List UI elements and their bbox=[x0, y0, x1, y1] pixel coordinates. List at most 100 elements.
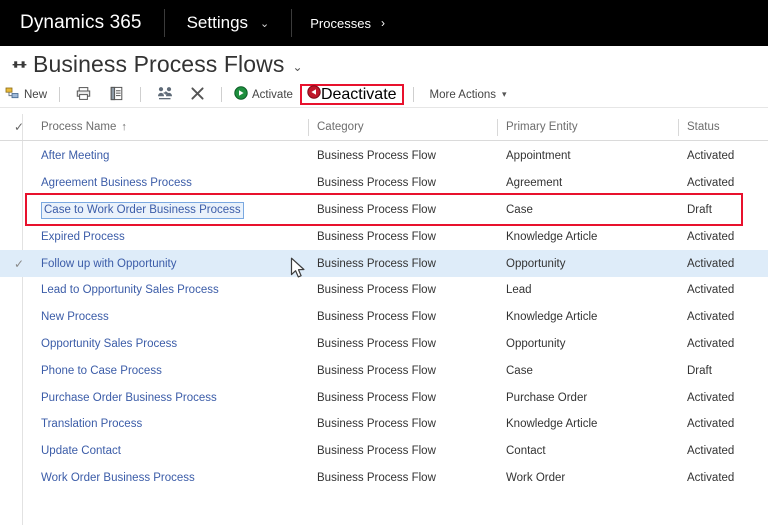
table-row[interactable]: Phone to Case Process Business Process Fl… bbox=[0, 357, 768, 384]
process-name-link[interactable]: Agreement Business Process bbox=[41, 170, 192, 197]
table-row[interactable]: ✓ Follow up with Opportunity Business Proc… bbox=[0, 250, 768, 277]
deactivate-icon bbox=[307, 85, 321, 104]
chevron-down-icon[interactable]: ⌄ bbox=[260, 0, 291, 46]
table-row[interactable]: New Process Business Process Flow Knowledg… bbox=[0, 304, 768, 331]
sort-ascending-icon: ↑ bbox=[121, 121, 127, 133]
command-bar-underline bbox=[0, 107, 768, 108]
assign-button[interactable] bbox=[148, 84, 181, 106]
header-divider-2 bbox=[497, 119, 498, 136]
table-row[interactable]: Lead to Opportunity Sales Process Busines… bbox=[0, 277, 768, 304]
more-actions-caret-icon: ▾ bbox=[502, 89, 507, 99]
primary-entity-cell: Appointment bbox=[506, 150, 571, 163]
category-cell: Business Process Flow bbox=[317, 364, 436, 377]
column-header-status[interactable]: Status bbox=[687, 114, 720, 140]
cmd-divider-2 bbox=[140, 87, 142, 102]
status-cell: Activated bbox=[687, 418, 735, 431]
print-icon bbox=[76, 86, 91, 104]
column-header-process-name[interactable]: Process Name ↑ bbox=[41, 114, 127, 140]
header-divider-3 bbox=[678, 119, 679, 136]
process-name-link[interactable]: Case to Work Order Business Process bbox=[41, 201, 244, 219]
cmd-divider-4 bbox=[412, 87, 414, 102]
table-row[interactable]: Work Order Business Process Business Proc… bbox=[0, 465, 768, 492]
table-row[interactable]: After Meeting Business Process Flow Appoin… bbox=[0, 143, 768, 170]
status-cell: Activated bbox=[687, 150, 735, 163]
process-grid: ✓ Process Name ↑ Category Primary Entity… bbox=[0, 114, 768, 525]
app-name-settings[interactable]: Settings bbox=[165, 0, 260, 46]
category-cell: Business Process Flow bbox=[317, 445, 436, 458]
more-actions-button[interactable]: More Actions ▾ bbox=[421, 82, 512, 107]
primary-entity-cell: Lead bbox=[506, 284, 532, 297]
process-name-link[interactable]: After Meeting bbox=[41, 143, 109, 170]
header-divider-1 bbox=[308, 119, 309, 136]
deactivate-button-label: Deactivate bbox=[320, 85, 397, 103]
process-name-link[interactable]: Translation Process bbox=[41, 411, 142, 438]
process-name-link[interactable]: Update Contact bbox=[41, 438, 121, 465]
process-name-link[interactable]: Opportunity Sales Process bbox=[41, 331, 177, 358]
category-cell: Business Process Flow bbox=[317, 284, 436, 297]
table-row[interactable]: Expired Process Business Process Flow Know… bbox=[0, 223, 768, 250]
deactivate-button[interactable]: Deactivate bbox=[299, 84, 404, 105]
process-name-link[interactable]: Purchase Order Business Process bbox=[41, 384, 217, 411]
status-cell: Draft bbox=[687, 203, 712, 216]
primary-entity-cell: Work Order bbox=[506, 471, 566, 484]
primary-entity-cell: Contact bbox=[506, 445, 546, 458]
category-cell: Business Process Flow bbox=[317, 311, 436, 324]
table-row[interactable]: Translation Process Business Process Flow… bbox=[0, 411, 768, 438]
select-all-checkmark-icon[interactable]: ✓ bbox=[14, 114, 24, 140]
category-cell: Business Process Flow bbox=[317, 471, 436, 484]
new-button-label: New bbox=[24, 88, 48, 101]
category-cell: Business Process Flow bbox=[317, 391, 436, 404]
primary-entity-cell: Knowledge Article bbox=[506, 230, 598, 243]
primary-entity-cell: Purchase Order bbox=[506, 391, 588, 404]
table-row[interactable]: Update Contact Business Process Flow Conta… bbox=[0, 438, 768, 465]
grid-rows: After Meeting Business Process Flow Appoin… bbox=[0, 141, 768, 491]
dynamics-brand-link[interactable]: Dynamics 365 bbox=[0, 0, 164, 46]
process-name-link[interactable]: Expired Process bbox=[41, 223, 125, 250]
process-name-link[interactable]: Lead to Opportunity Sales Process bbox=[41, 277, 219, 304]
primary-entity-cell: Knowledge Article bbox=[506, 418, 598, 431]
pin-icon[interactable] bbox=[9, 54, 29, 74]
category-cell: Business Process Flow bbox=[317, 337, 436, 350]
table-row[interactable]: Opportunity Sales Process Business Proces… bbox=[0, 331, 768, 358]
more-actions-label: More Actions bbox=[429, 88, 497, 101]
process-name-link[interactable]: New Process bbox=[41, 304, 109, 331]
category-cell: Business Process Flow bbox=[317, 230, 436, 243]
primary-entity-cell: Opportunity bbox=[506, 337, 566, 350]
new-button[interactable]: New bbox=[0, 82, 52, 107]
process-name-link[interactable]: Follow up with Opportunity bbox=[41, 250, 177, 277]
status-cell: Activated bbox=[687, 471, 735, 484]
primary-entity-cell: Agreement bbox=[506, 177, 563, 190]
primary-entity-cell: Opportunity bbox=[506, 257, 566, 270]
activate-button-label: Activate bbox=[252, 88, 293, 101]
status-cell: Activated bbox=[687, 230, 735, 243]
status-cell: Draft bbox=[687, 364, 712, 377]
delete-button[interactable] bbox=[181, 84, 214, 106]
table-row[interactable]: Agreement Business Process Business Proce… bbox=[0, 170, 768, 197]
status-cell: Activated bbox=[687, 391, 735, 404]
column-header-process-name-label: Process Name bbox=[41, 121, 117, 133]
process-name-link[interactable]: Phone to Case Process bbox=[41, 357, 162, 384]
column-header-primary-entity[interactable]: Primary Entity bbox=[506, 114, 578, 140]
chevron-right-icon[interactable]: › bbox=[381, 0, 385, 46]
status-cell: Activated bbox=[687, 177, 735, 190]
activate-button[interactable]: Activate bbox=[229, 82, 298, 107]
print-button[interactable] bbox=[67, 84, 100, 106]
status-cell: Activated bbox=[687, 445, 735, 458]
breadcrumb-processes[interactable]: Processes bbox=[292, 0, 381, 46]
run-report-icon bbox=[109, 86, 124, 104]
new-record-icon bbox=[5, 86, 20, 104]
category-cell: Business Process Flow bbox=[317, 203, 436, 216]
column-header-category[interactable]: Category bbox=[317, 114, 364, 140]
primary-entity-cell: Case bbox=[506, 203, 533, 216]
process-name-link[interactable]: Work Order Business Process bbox=[41, 465, 195, 492]
category-cell: Business Process Flow bbox=[317, 418, 436, 431]
category-cell: Business Process Flow bbox=[317, 257, 436, 270]
table-row[interactable]: Case to Work Order Business Process Busin… bbox=[0, 197, 768, 224]
row-selected-checkmark-icon[interactable]: ✓ bbox=[14, 250, 24, 277]
top-navigation-bar: Dynamics 365 Settings ⌄ Processes › bbox=[0, 0, 768, 46]
table-row[interactable]: Purchase Order Business Process Business … bbox=[0, 384, 768, 411]
command-bar: New Activate Deactivate More Actions ▾ bbox=[0, 82, 768, 107]
run-report-button[interactable] bbox=[100, 84, 133, 106]
title-chevron-down-icon[interactable]: ⌄ bbox=[292, 60, 302, 74]
status-cell: Activated bbox=[687, 257, 735, 270]
